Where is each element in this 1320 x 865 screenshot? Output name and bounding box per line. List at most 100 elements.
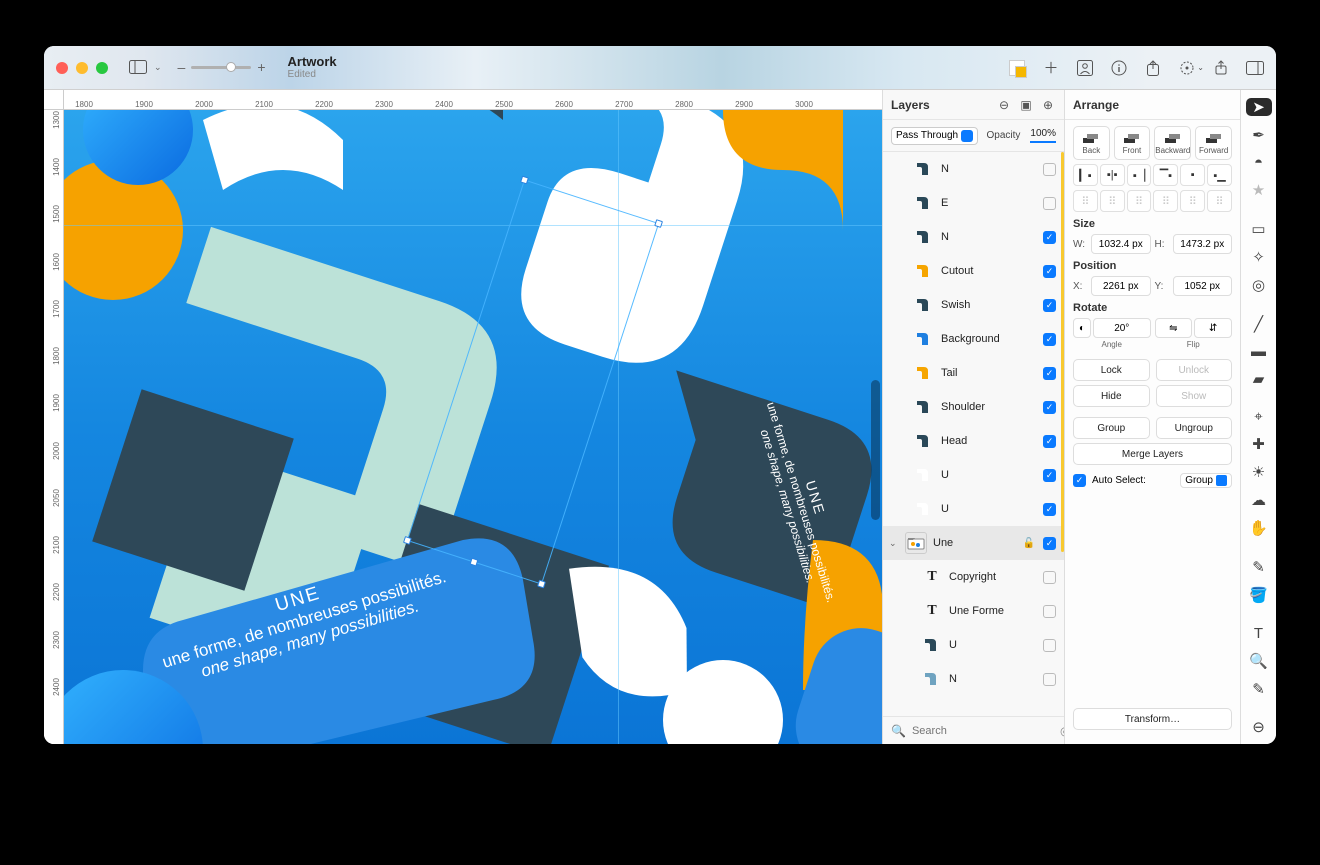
info-button[interactable]: [1110, 59, 1128, 77]
layers-folder-icon[interactable]: ▣: [1018, 97, 1034, 113]
eraser-tool[interactable]: ▬: [1246, 343, 1272, 360]
layer-item[interactable]: U✓: [883, 492, 1064, 526]
zoom-tool[interactable]: 🔍: [1246, 652, 1272, 670]
layer-item[interactable]: N: [883, 152, 1064, 186]
sponge-tool[interactable]: ✋: [1246, 519, 1272, 537]
bucket-tool[interactable]: 🪣: [1246, 586, 1272, 604]
share-button[interactable]: [1212, 59, 1230, 77]
distrib-3-icon[interactable]: ⠿: [1127, 190, 1152, 212]
auto-select-dropdown[interactable]: Group: [1180, 473, 1232, 488]
zoom-slider[interactable]: [191, 66, 251, 69]
distrib-6-icon[interactable]: ⠿: [1207, 190, 1232, 212]
merge-layers-button[interactable]: Merge Layers: [1073, 443, 1232, 465]
align-bottom-icon[interactable]: ▪▁: [1207, 164, 1232, 186]
lock-button[interactable]: Lock: [1073, 359, 1150, 381]
visibility-checkbox[interactable]: ✓: [1043, 435, 1056, 448]
layer-item[interactable]: TUne Forme: [883, 594, 1064, 628]
brush-tool[interactable]: ╱: [1246, 315, 1272, 333]
heal-tool[interactable]: ✚: [1246, 435, 1272, 453]
layers-collapse-icon[interactable]: ⊖: [996, 97, 1012, 113]
layer-list[interactable]: NEN✓Cutout✓Swish✓Background✓Tail✓Shoulde…: [883, 152, 1064, 716]
group-button[interactable]: Group: [1073, 417, 1150, 439]
move-tool[interactable]: ➤: [1246, 98, 1272, 116]
visibility-checkbox[interactable]: [1043, 605, 1056, 618]
clone-tool[interactable]: ⌖: [1246, 408, 1272, 425]
align-top-icon[interactable]: ▔▪: [1153, 164, 1178, 186]
canvas[interactable]: UNE une forme, de nombreuses possibilité…: [64, 110, 882, 744]
wand-tool[interactable]: ✧: [1246, 248, 1272, 266]
pen-tool[interactable]: ✒: [1246, 126, 1272, 144]
layer-item[interactable]: ⌄Une🔓✓: [883, 526, 1064, 560]
hide-button[interactable]: Hide: [1073, 385, 1150, 407]
arrange-forward-button[interactable]: Forward: [1195, 126, 1232, 160]
distrib-1-icon[interactable]: ⠿: [1073, 190, 1098, 212]
layer-item[interactable]: Background✓: [883, 322, 1064, 356]
opacity-value[interactable]: 100%: [1030, 128, 1056, 143]
visibility-checkbox[interactable]: ✓: [1043, 367, 1056, 380]
star-tool[interactable]: ★: [1246, 181, 1272, 199]
flip-v-button[interactable]: ⇵: [1194, 318, 1232, 338]
layer-item[interactable]: U✓: [883, 458, 1064, 492]
visibility-checkbox[interactable]: ✓: [1043, 333, 1056, 346]
minimize-button[interactable]: [76, 62, 88, 74]
layer-search-input[interactable]: [912, 725, 1054, 737]
layer-item[interactable]: TCopyright: [883, 560, 1064, 594]
inspector-toggle-button[interactable]: [1246, 59, 1264, 77]
x-input[interactable]: 2261 px: [1091, 276, 1151, 296]
crop-tool[interactable]: ◎: [1246, 276, 1272, 294]
arrange-backward-button[interactable]: Backward: [1154, 126, 1191, 160]
lock-icon[interactable]: 🔓: [1023, 538, 1035, 549]
visibility-checkbox[interactable]: ✓: [1043, 231, 1056, 244]
layer-item[interactable]: Tail✓: [883, 356, 1064, 390]
layer-item[interactable]: Head✓: [883, 424, 1064, 458]
eyedropper-tool[interactable]: ✎: [1246, 558, 1272, 576]
layer-item[interactable]: U: [883, 628, 1064, 662]
align-vcenter-icon[interactable]: ▪: [1180, 164, 1205, 186]
shapes-tool[interactable]: ◓: [1246, 154, 1272, 171]
smudge-tool[interactable]: ☁: [1246, 491, 1272, 509]
ruler-horizontal[interactable]: 1800190020002100220023002400250026002700…: [44, 90, 882, 110]
more-tool[interactable]: ⊖: [1246, 718, 1272, 736]
flip-h-button[interactable]: ⇋: [1155, 318, 1193, 338]
visibility-checkbox[interactable]: ✓: [1043, 401, 1056, 414]
close-button[interactable]: [56, 62, 68, 74]
visibility-checkbox[interactable]: ✓: [1043, 537, 1056, 550]
unlock-button[interactable]: Unlock: [1156, 359, 1233, 381]
layers-add-icon[interactable]: ⊕: [1040, 97, 1056, 113]
layer-item[interactable]: Cutout✓: [883, 254, 1064, 288]
hand-tool[interactable]: ✎: [1246, 680, 1272, 698]
maximize-button[interactable]: [96, 62, 108, 74]
height-input[interactable]: 1473.2 px: [1173, 234, 1233, 254]
transform-button[interactable]: Transform…: [1073, 708, 1232, 730]
width-input[interactable]: 1032.4 px: [1091, 234, 1151, 254]
zoom-out-button[interactable]: –: [178, 59, 186, 75]
sidebar-toggle-button[interactable]: [126, 57, 150, 77]
auto-select-checkbox[interactable]: ✓: [1073, 474, 1086, 487]
arrange-front-button[interactable]: Front: [1114, 126, 1151, 160]
visibility-checkbox[interactable]: [1043, 197, 1056, 210]
view-mode-button[interactable]: ⌄: [1178, 59, 1196, 77]
guide-vertical[interactable]: [618, 110, 619, 744]
layer-item[interactable]: Shoulder✓: [883, 390, 1064, 424]
visibility-checkbox[interactable]: ✓: [1043, 469, 1056, 482]
rotate-wheel[interactable]: ◐: [1073, 318, 1091, 338]
text-tool[interactable]: T: [1246, 625, 1272, 642]
zoom-in-button[interactable]: +: [257, 59, 265, 75]
ruler-vertical[interactable]: 1300140015001600170018001900200020502100…: [44, 110, 64, 744]
align-right-icon[interactable]: ▪▕: [1127, 164, 1152, 186]
align-left-icon[interactable]: ▎▪: [1073, 164, 1098, 186]
layer-item[interactable]: Swish✓: [883, 288, 1064, 322]
blend-mode-select[interactable]: Pass Through: [891, 127, 978, 145]
angle-input[interactable]: 20°: [1093, 318, 1151, 338]
distrib-2-icon[interactable]: ⠿: [1100, 190, 1125, 212]
fill-tool[interactable]: ▰: [1246, 370, 1272, 388]
visibility-checkbox[interactable]: [1043, 163, 1056, 176]
canvas-scrollbar-vertical[interactable]: [868, 110, 882, 744]
blur-tool[interactable]: ☀: [1246, 463, 1272, 481]
layer-item[interactable]: N: [883, 662, 1064, 696]
y-input[interactable]: 1052 px: [1173, 276, 1233, 296]
guide-horizontal[interactable]: [64, 225, 882, 226]
sidebar-caret-icon[interactable]: ⌄: [154, 62, 162, 73]
visibility-checkbox[interactable]: ✓: [1043, 265, 1056, 278]
visibility-checkbox[interactable]: [1043, 673, 1056, 686]
